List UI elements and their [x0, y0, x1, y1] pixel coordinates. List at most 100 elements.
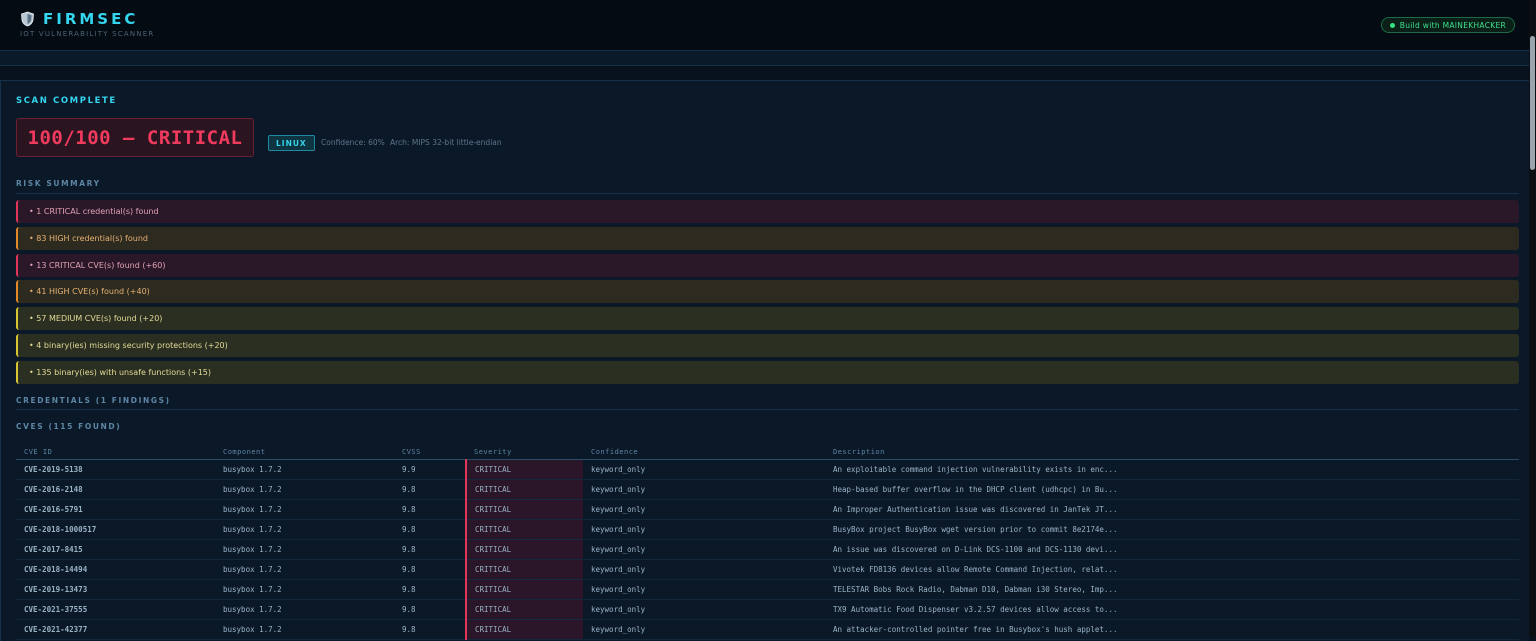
description: An Improper Authentication issue was dis… [825, 499, 1519, 520]
scrollbar-thumb[interactable] [1530, 36, 1535, 170]
app-subtitle: IOT VULNERABILITY SCANNER [20, 30, 155, 38]
brand: FIRMSEC IOT VULNERABILITY SCANNER [20, 10, 154, 38]
col-component-header[interactable]: Component [215, 444, 394, 460]
table-row[interactable]: CVE-2019-13473 busybox 1.7.2 9.8 CRITICAL ke… [16, 579, 1519, 600]
cvss-score: 9.8 [394, 539, 466, 560]
component: busybox 1.7.2 [215, 539, 394, 560]
description: TELESTAR Bobs Rock Radio, Dabman D10, Da… [825, 579, 1519, 600]
cvss-score: 9.8 [394, 479, 466, 500]
cve-table-body: CVE-2019-5138 busybox 1.7.2 9.9 CRITICAL key… [16, 459, 1519, 640]
cvss-score: 9.8 [394, 579, 466, 600]
risk-item-text: • 1 CRITICAL credential(s) found [29, 207, 159, 216]
os-badge: LINUX [268, 135, 315, 151]
divider [16, 409, 1519, 410]
cvss-score: 9.8 [394, 519, 466, 540]
status-dot-icon [1389, 22, 1395, 28]
credentials-heading[interactable]: CREDENTIALS (1 FINDINGS) [16, 396, 171, 405]
cve-id[interactable]: CVE-2021-37555 [16, 599, 215, 620]
description: An issue was discovered on D-Link DCS-11… [825, 539, 1519, 560]
risk-item-text: • 135 binary(ies) with unsafe functions … [29, 367, 211, 377]
risk-item-critical: • 1 CRITICAL credential(s) found [16, 200, 1519, 223]
description: An exploitable command injection vulnera… [825, 459, 1519, 480]
scrollbar[interactable] [1529, 0, 1536, 637]
build-badge-label: Build with MAINEKHACKER [1399, 20, 1506, 30]
confidence: keyword_only [583, 499, 825, 520]
upload-strip [0, 51, 1529, 66]
risk-item-critical: • 13 CRITICAL CVE(s) found (+60) [16, 253, 1519, 277]
risk-item-text: • 57 MEDIUM CVE(s) found (+20) [29, 314, 163, 324]
confidence: keyword_only [583, 559, 825, 580]
col-cve-id-header[interactable]: CVE ID [16, 444, 215, 460]
cvss-score: 9.8 [394, 559, 466, 580]
col-confidence-header[interactable]: Confidence [583, 444, 825, 460]
severity-badge: CRITICAL [465, 599, 583, 620]
cve-id[interactable]: CVE-2018-1000517 [16, 519, 215, 540]
description: TX9 Automatic Food Dispenser v3.2.57 dev… [825, 599, 1519, 620]
col-description-header[interactable]: Description [825, 444, 1519, 460]
cve-table: CVE ID Component CVSS Severity Confidence Des… [16, 444, 1519, 640]
risk-item-medium: • 57 MEDIUM CVE(s) found (+20) [16, 307, 1519, 331]
severity-badge: CRITICAL [465, 559, 583, 580]
severity-badge: CRITICAL [465, 519, 583, 540]
divider [16, 193, 1519, 194]
cve-id[interactable]: CVE-2019-13473 [16, 579, 215, 600]
component: busybox 1.7.2 [215, 459, 394, 480]
description: BusyBox project BusyBox wget version pri… [825, 519, 1519, 540]
top-bar: FIRMSEC IOT VULNERABILITY SCANNER Build … [0, 0, 1529, 51]
risk-item-text: • 4 binary(ies) missing security protect… [29, 341, 228, 350]
col-severity-header[interactable]: Severity [466, 444, 583, 460]
severity-badge: CRITICAL [465, 499, 583, 520]
severity-badge: CRITICAL [465, 459, 583, 480]
component: busybox 1.7.2 [215, 519, 394, 540]
confidence: keyword_only [583, 519, 825, 540]
table-row[interactable]: CVE-2021-37555 busybox 1.7.2 9.8 CRITICAL ke… [16, 599, 1519, 620]
confidence: keyword_only [583, 599, 825, 620]
severity-badge: CRITICAL [465, 479, 583, 500]
cve-id[interactable]: CVE-2017-8415 [16, 539, 215, 560]
severity-badge: CRITICAL [465, 539, 583, 560]
cve-id[interactable]: CVE-2016-2148 [16, 479, 215, 500]
confidence: keyword_only [583, 479, 825, 500]
build-badge[interactable]: Build with MAINEKHACKER [1380, 17, 1515, 33]
risk-score: 100/100 — CRITICAL [16, 118, 254, 157]
risk-item-high: • 41 HIGH CVE(s) found (+40) [16, 280, 1519, 304]
shield-icon [20, 11, 35, 27]
confidence: keyword_only [583, 539, 825, 560]
cvss-score: 9.8 [394, 499, 466, 520]
confidence: keyword_only [583, 459, 825, 480]
arch-text: Arch: MIPS 32-bit little-endian [390, 138, 502, 147]
cve-id[interactable]: CVE-2018-14494 [16, 559, 215, 580]
risk-item-text: • 41 HIGH CVE(s) found (+40) [29, 287, 150, 297]
table-row[interactable]: CVE-2016-2148 busybox 1.7.2 9.8 CRITICAL key… [16, 479, 1519, 500]
cve-id[interactable]: CVE-2016-5791 [16, 499, 215, 520]
cve-id[interactable]: CVE-2019-5138 [16, 459, 215, 480]
confidence: keyword_only [583, 579, 825, 600]
risk-summary-heading: RISK SUMMARY [16, 179, 101, 188]
risk-item-medium: • 135 binary(ies) with unsafe functions … [16, 360, 1519, 384]
description: Vivotek FD8136 devices allow Remote Comm… [825, 559, 1519, 580]
risk-item-high: • 83 HIGH credential(s) found [16, 226, 1519, 250]
cves-heading[interactable]: CVES (115 FOUND) [16, 422, 121, 431]
component: busybox 1.7.2 [215, 599, 394, 620]
confidence-text: Confidence: 60% [321, 138, 385, 147]
component: busybox 1.7.2 [215, 479, 394, 500]
description: Heap-based buffer overflow in the DHCP c… [825, 479, 1519, 500]
component: busybox 1.7.2 [215, 579, 394, 600]
col-cvss-header[interactable]: CVSS [394, 444, 466, 460]
cvss-score: 9.9 [394, 459, 466, 480]
app-title: FIRMSEC [43, 10, 139, 28]
table-row[interactable]: CVE-2018-1000517 busybox 1.7.2 9.8 CRITICAL… [16, 519, 1519, 540]
table-row[interactable]: CVE-2016-5791 busybox 1.7.2 9.8 CRITICAL key… [16, 499, 1519, 520]
component: busybox 1.7.2 [215, 559, 394, 580]
risk-item-text: • 83 HIGH credential(s) found [29, 233, 148, 243]
severity-badge: CRITICAL [465, 579, 583, 600]
cvss-score: 9.8 [394, 599, 466, 620]
scan-status-title: SCAN COMPLETE [16, 96, 117, 106]
risk-item-medium: • 4 binary(ies) missing security protect… [16, 334, 1519, 357]
table-row[interactable]: CVE-2018-14494 busybox 1.7.2 9.8 CRITICAL ke… [16, 559, 1519, 580]
cve-table-header: CVE ID Component CVSS Severity Confidence Des… [16, 444, 1519, 460]
table-row[interactable]: CVE-2017-8415 busybox 1.7.2 9.8 CRITICAL key… [16, 539, 1519, 560]
component: busybox 1.7.2 [215, 499, 394, 520]
risk-item-text: • 13 CRITICAL CVE(s) found (+60) [29, 260, 166, 270]
table-row[interactable]: CVE-2019-5138 busybox 1.7.2 9.9 CRITICAL key… [16, 459, 1519, 480]
